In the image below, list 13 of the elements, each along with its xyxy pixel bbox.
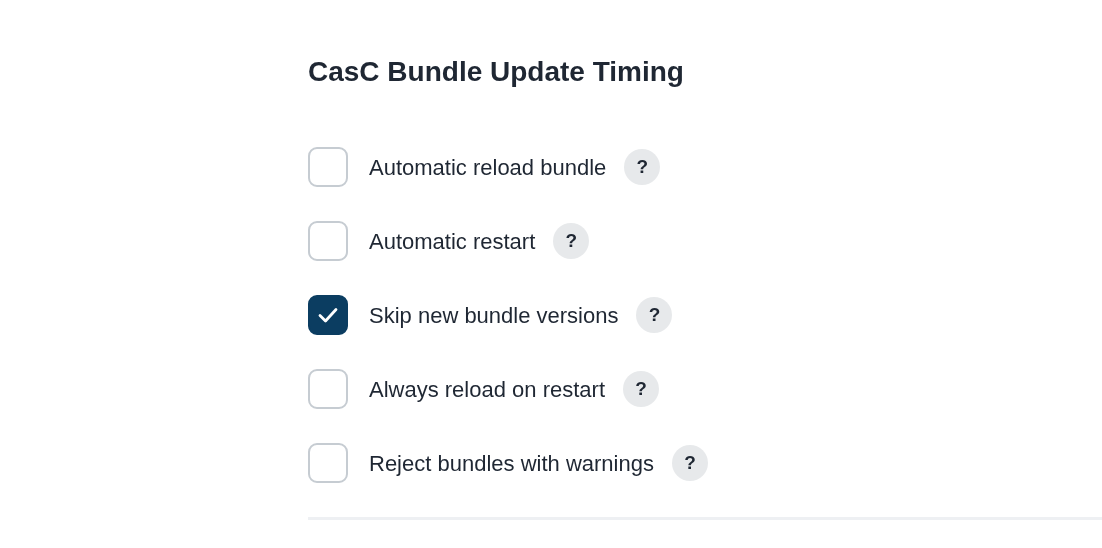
- option-label[interactable]: Automatic restart: [369, 224, 536, 258]
- help-button[interactable]: ?: [636, 297, 673, 333]
- help-button[interactable]: ?: [624, 149, 661, 185]
- check-icon: [318, 307, 338, 323]
- option-label[interactable]: Reject bundles with warnings: [369, 446, 654, 480]
- option-label[interactable]: Automatic reload bundle: [369, 150, 607, 184]
- help-button[interactable]: ?: [623, 371, 659, 407]
- section-title: CasC Bundle Update Timing: [308, 55, 685, 89]
- help-button[interactable]: ?: [671, 445, 708, 481]
- checkbox[interactable]: [308, 295, 348, 335]
- option-label[interactable]: Always reload on restart: [369, 372, 605, 406]
- option-label[interactable]: Skip new bundle versions: [369, 298, 619, 332]
- help-button[interactable]: ?: [553, 223, 590, 259]
